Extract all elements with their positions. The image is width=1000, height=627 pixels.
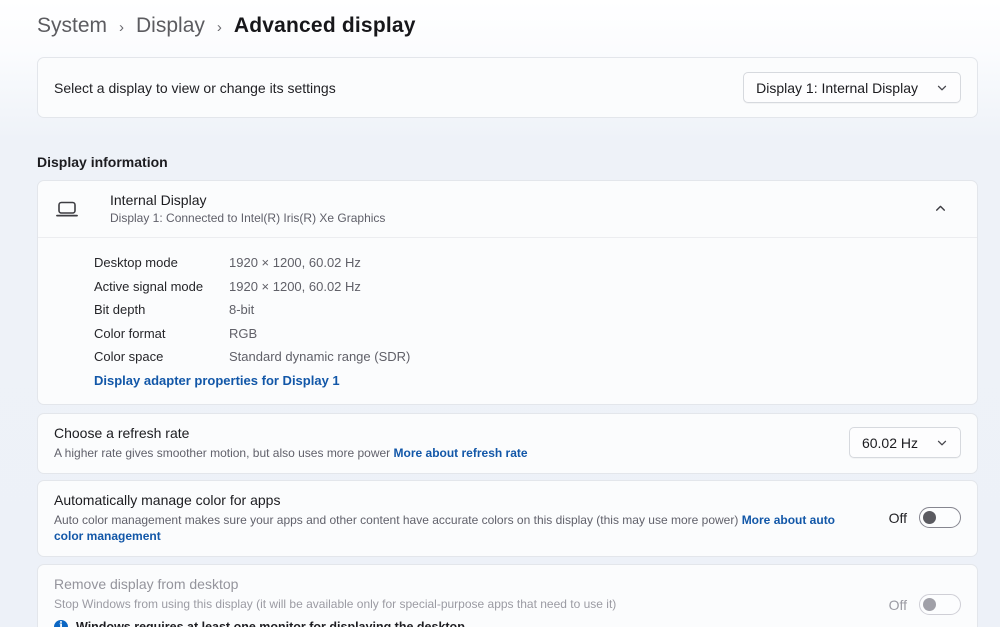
refresh-rate-description: A higher rate gives smoother motion, but… [54,445,821,461]
info-label: Desktop mode [94,251,229,275]
select-display-label: Select a display to view or change its s… [54,80,336,96]
auto-color-toggle-group: Off [889,507,961,528]
chevron-right-icon: › [217,19,222,36]
breadcrumb-system[interactable]: System [37,14,107,38]
display-select-dropdown[interactable]: Display 1: Internal Display [743,72,961,103]
laptop-display-icon [54,197,80,221]
info-value: RGB [229,322,257,346]
info-label: Bit depth [94,298,229,322]
remove-display-text: Remove display from desktop Stop Windows… [54,576,889,627]
info-row-active-signal-mode: Active signal mode 1920 × 1200, 60.02 Hz [94,275,961,299]
chevron-right-icon: › [119,19,124,36]
chevron-up-icon[interactable] [920,198,961,219]
breadcrumb: System › Display › Advanced display [37,0,978,42]
remove-display-toggle-state: Off [889,597,907,613]
remove-display-toggle-group: Off [889,594,961,615]
refresh-rate-title: Choose a refresh rate [54,425,821,441]
info-row-bit-depth: Bit depth 8-bit [94,298,961,322]
info-icon: i [54,620,68,627]
display-information-header[interactable]: Internal Display Display 1: Connected to… [38,181,977,237]
display-select-value: Display 1: Internal Display [756,80,918,96]
chevron-down-icon [936,437,948,449]
info-row-color-space: Color space Standard dynamic range (SDR) [94,345,961,369]
display-connection-subtitle: Display 1: Connected to Intel(R) Iris(R)… [110,211,920,225]
toggle-knob [923,511,936,524]
auto-color-card: Automatically manage color for apps Auto… [37,480,978,557]
display-name: Internal Display [110,192,920,208]
auto-color-toggle-switch[interactable] [919,507,961,528]
display-information-details: Desktop mode 1920 × 1200, 60.02 Hz Activ… [38,238,977,404]
info-value: 1920 × 1200, 60.02 Hz [229,275,361,299]
auto-color-description: Auto color management makes sure your ap… [54,512,861,544]
refresh-rate-description-text: A higher rate gives smoother motion, but… [54,446,394,460]
refresh-rate-value: 60.02 Hz [862,435,918,451]
auto-color-title: Automatically manage color for apps [54,492,861,508]
info-row-desktop-mode: Desktop mode 1920 × 1200, 60.02 Hz [94,251,961,275]
chevron-down-icon [936,82,948,94]
display-adapter-properties-link[interactable]: Display adapter properties for Display 1 [94,373,340,388]
remove-display-info-text: Windows requires at least one monitor fo… [76,620,468,627]
toggle-knob [923,598,936,611]
more-about-refresh-rate-link[interactable]: More about refresh rate [394,446,528,460]
section-title-display-information: Display information [37,154,978,170]
remove-display-info-note: i Windows requires at least one monitor … [54,620,861,627]
page-title: Advanced display [234,14,416,38]
remove-display-toggle-switch [919,594,961,615]
display-information-titles: Internal Display Display 1: Connected to… [110,192,920,225]
auto-color-toggle-state: Off [889,510,907,526]
display-information-card: Internal Display Display 1: Connected to… [37,180,978,405]
advanced-display-page: System › Display › Advanced display Sele… [0,0,1000,627]
info-label: Active signal mode [94,275,229,299]
select-display-card: Select a display to view or change its s… [37,57,978,118]
remove-display-title: Remove display from desktop [54,576,861,592]
info-label: Color format [94,322,229,346]
info-label: Color space [94,345,229,369]
info-value: Standard dynamic range (SDR) [229,345,410,369]
remove-display-card: Remove display from desktop Stop Windows… [37,564,978,627]
info-row-color-format: Color format RGB [94,322,961,346]
breadcrumb-display[interactable]: Display [136,14,205,38]
auto-color-description-text: Auto color management makes sure your ap… [54,513,742,527]
remove-display-description: Stop Windows from using this display (it… [54,596,861,612]
info-value: 8-bit [229,298,254,322]
refresh-rate-dropdown[interactable]: 60.02 Hz [849,427,961,458]
refresh-rate-card: Choose a refresh rate A higher rate give… [37,413,978,474]
refresh-rate-text: Choose a refresh rate A higher rate give… [54,425,849,461]
info-value: 1920 × 1200, 60.02 Hz [229,251,361,275]
auto-color-text: Automatically manage color for apps Auto… [54,492,889,544]
